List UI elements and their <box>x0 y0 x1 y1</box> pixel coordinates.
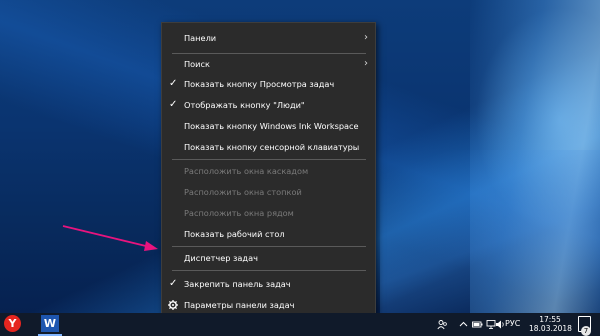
menu-item-label: Расположить окна рядом <box>184 208 294 218</box>
menu-item-show-touch-keyboard[interactable]: Показать кнопку сенсорной клавиатуры <box>162 138 375 156</box>
menu-item-label: Расположить окна каскадом <box>184 166 309 176</box>
menu-item-label: Показать кнопку сенсорной клавиатуры <box>184 142 360 152</box>
menu-item-show-task-view[interactable]: ✓ Показать кнопку Просмотра задач <box>162 75 375 93</box>
taskbar-context-menu: Панели › Поиск › ✓ Показать кнопку Просм… <box>161 22 376 318</box>
clock-date: 18.03.2018 <box>529 324 572 333</box>
battery-icon[interactable] <box>472 319 483 330</box>
system-clock[interactable]: 17:55 18.03.2018 <box>529 315 572 333</box>
menu-separator <box>172 159 366 160</box>
yandex-browser-icon[interactable]: Y <box>4 315 21 332</box>
menu-item-show-ink-workspace[interactable]: Показать кнопку Windows Ink Workspace <box>162 117 375 135</box>
checkmark-icon: ✓ <box>169 278 178 289</box>
menu-item-cascade-windows: Расположить окна каскадом <box>162 162 375 180</box>
menu-item-search[interactable]: Поиск › <box>162 55 375 73</box>
menu-item-task-manager[interactable]: Диспетчер задач <box>162 249 375 267</box>
annotation-arrow-icon <box>62 225 158 251</box>
menu-item-stack-windows: Расположить окна стопкой <box>162 183 375 201</box>
chevron-up-icon[interactable] <box>458 319 469 330</box>
chevron-right-icon: › <box>364 32 368 43</box>
menu-item-show-people[interactable]: ✓ Отображать кнопку "Люди" <box>162 96 375 114</box>
word-app-icon[interactable]: W <box>41 315 59 332</box>
menu-item-label: Расположить окна стопкой <box>184 187 302 197</box>
menu-item-label: Показать кнопку Windows Ink Workspace <box>184 121 359 131</box>
menu-item-taskbar-settings[interactable]: Параметры панели задач <box>162 296 375 314</box>
menu-item-label: Показать рабочий стол <box>184 229 285 239</box>
chevron-right-icon: › <box>364 58 368 69</box>
menu-separator <box>172 270 366 271</box>
menu-item-label: Поиск <box>184 59 210 69</box>
wallpaper-light-beam-lower <box>380 150 600 313</box>
menu-item-side-by-side-windows: Расположить окна рядом <box>162 204 375 222</box>
notification-count-badge: 7 <box>581 326 591 336</box>
menu-separator <box>172 53 366 54</box>
gear-icon <box>168 300 178 310</box>
checkmark-icon: ✓ <box>169 78 178 89</box>
taskbar[interactable]: Y W РУС 17:55 18.03.2018 7 <box>0 313 600 336</box>
menu-item-label: Закрепить панель задач <box>184 279 291 289</box>
menu-item-label: Отображать кнопку "Люди" <box>184 100 305 110</box>
people-icon[interactable] <box>437 319 448 330</box>
menu-item-lock-taskbar[interactable]: ✓ Закрепить панель задач <box>162 275 375 293</box>
menu-separator <box>172 246 366 247</box>
menu-item-label: Параметры панели задач <box>184 300 295 310</box>
menu-item-label: Панели <box>184 33 217 43</box>
menu-item-panels[interactable]: Панели › <box>162 29 375 47</box>
language-indicator[interactable]: РУС <box>505 319 520 328</box>
menu-item-label: Диспетчер задач <box>184 253 258 263</box>
menu-item-label: Показать кнопку Просмотра задач <box>184 79 335 89</box>
clock-time: 17:55 <box>539 315 561 324</box>
menu-item-show-desktop[interactable]: Показать рабочий стол <box>162 225 375 243</box>
checkmark-icon: ✓ <box>169 99 178 110</box>
